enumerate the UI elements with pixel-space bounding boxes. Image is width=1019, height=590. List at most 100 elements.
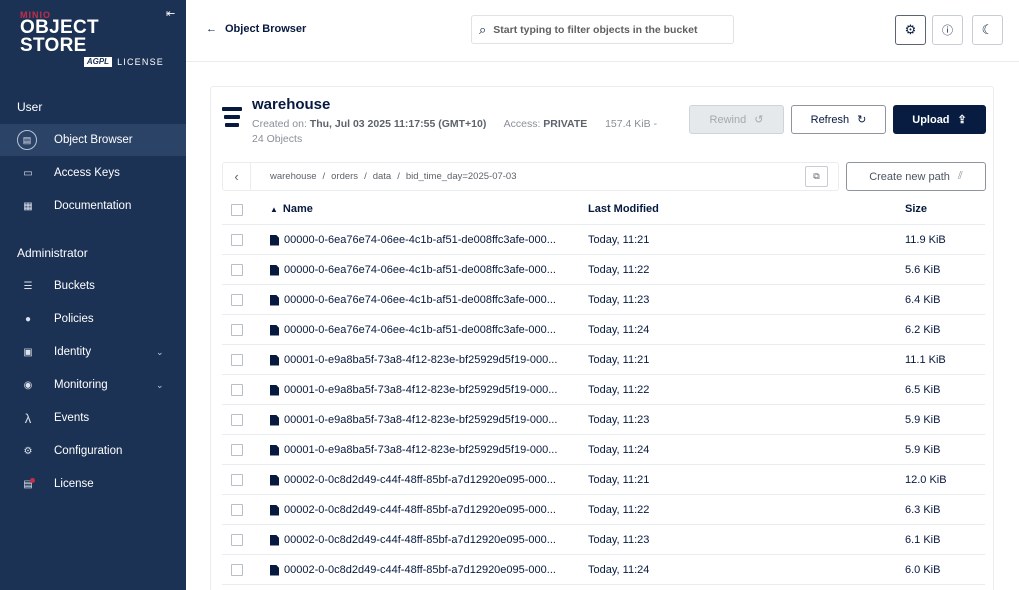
file-name: 00002-0-0c8d2d49-c44f-48ff-85bf-a7d12920… bbox=[284, 564, 556, 576]
file-name-cell[interactable]: 00001-0-e9a8ba5f-73a8-4f12-823e-bf25929d… bbox=[270, 414, 557, 426]
table-row[interactable]: 00002-0-0c8d2d49-c44f-48ff-85bf-a7d12920… bbox=[222, 495, 985, 525]
file-name-cell[interactable]: 00001-0-e9a8ba5f-73a8-4f12-823e-bf25929d… bbox=[270, 354, 557, 366]
sidebar-item-label: Monitoring bbox=[54, 379, 108, 391]
table-row[interactable]: 00002-0-0c8d2d49-c44f-48ff-85bf-a7d12920… bbox=[222, 555, 985, 585]
table-row[interactable]: 00002-0-0c8d2d49-c44f-48ff-85bf-a7d12920… bbox=[222, 465, 985, 495]
search-input[interactable] bbox=[493, 23, 724, 36]
sidebar-item-access-keys[interactable]: ▭ Access Keys bbox=[0, 157, 186, 189]
access-label: Access: bbox=[503, 118, 541, 130]
search-box[interactable]: ⌕ bbox=[471, 15, 734, 44]
breadcrumb-item[interactable]: warehouse bbox=[270, 171, 316, 182]
row-checkbox[interactable] bbox=[231, 534, 243, 546]
file-name: 00000-0-6ea76e74-06ee-4c1b-af51-de008ffc… bbox=[284, 234, 556, 246]
sidebar-item-license[interactable]: ▤ License bbox=[0, 468, 186, 500]
last-modified-cell: Today, 11:24 bbox=[588, 324, 650, 336]
breadcrumb: ‹ warehouse / orders / data / bid_time_d… bbox=[222, 162, 839, 191]
settings-button[interactable]: ⚙ bbox=[895, 15, 926, 45]
table-row[interactable]: 00001-0-e9a8ba5f-73a8-4f12-823e-bf25929d… bbox=[222, 435, 985, 465]
logo-license-text: LICENSE bbox=[117, 57, 164, 67]
file-icon bbox=[270, 414, 279, 426]
sidebar-item-object-browser[interactable]: ▤ Object Browser bbox=[0, 124, 186, 156]
file-name: 00001-0-e9a8ba5f-73a8-4f12-823e-bf25929d… bbox=[284, 354, 558, 366]
sidebar-item-identity[interactable]: ▣ Identity ⌄ bbox=[0, 336, 186, 368]
file-icon bbox=[270, 294, 279, 306]
file-name-cell[interactable]: 00002-0-0c8d2d49-c44f-48ff-85bf-a7d12920… bbox=[270, 474, 556, 486]
back-link[interactable]: ← Object Browser bbox=[206, 23, 306, 35]
row-checkbox[interactable] bbox=[231, 564, 243, 576]
file-name-cell[interactable]: 00002-0-0c8d2d49-c44f-48ff-85bf-a7d12920… bbox=[270, 504, 556, 516]
create-new-path-button[interactable]: Create new path ⫽ bbox=[846, 162, 986, 191]
sidebar-item-label: Identity bbox=[54, 346, 92, 358]
file-icon bbox=[270, 564, 279, 576]
copy-path-button[interactable]: ⧉ bbox=[805, 166, 828, 187]
table-row[interactable]: 00001-0-e9a8ba5f-73a8-4f12-823e-bf25929d… bbox=[222, 375, 985, 405]
table-row[interactable]: 00000-0-6ea76e74-06ee-4c1b-af51-de008ffc… bbox=[222, 285, 985, 315]
row-checkbox[interactable] bbox=[231, 354, 243, 366]
row-checkbox[interactable] bbox=[231, 384, 243, 396]
table-row[interactable]: 00001-0-e9a8ba5f-73a8-4f12-823e-bf25929d… bbox=[222, 405, 985, 435]
file-name: 00002-0-0c8d2d49-c44f-48ff-85bf-a7d12920… bbox=[284, 474, 556, 486]
file-name-cell[interactable]: 00002-0-0c8d2d49-c44f-48ff-85bf-a7d12920… bbox=[270, 534, 556, 546]
sidebar-item-label: Object Browser bbox=[54, 134, 133, 146]
size-cell: 6.3 KiB bbox=[905, 504, 941, 516]
file-name-cell[interactable]: 00000-0-6ea76e74-06ee-4c1b-af51-de008ffc… bbox=[270, 234, 556, 246]
theme-toggle-button[interactable]: ☾ bbox=[972, 15, 1003, 45]
name-column-header[interactable]: ▲ Name bbox=[270, 203, 313, 215]
rewind-button[interactable]: Rewind ↺ bbox=[689, 105, 784, 134]
size-cell: 5.6 KiB bbox=[905, 264, 941, 276]
refresh-button[interactable]: Refresh ↻ bbox=[791, 105, 886, 134]
user-section-label: User bbox=[17, 100, 43, 114]
file-name-cell[interactable]: 00000-0-6ea76e74-06ee-4c1b-af51-de008ffc… bbox=[270, 324, 556, 336]
upload-button[interactable]: Upload ⇪ bbox=[893, 105, 986, 134]
file-name-cell[interactable]: 00000-0-6ea76e74-06ee-4c1b-af51-de008ffc… bbox=[270, 294, 556, 306]
table-row[interactable]: 00001-0-e9a8ba5f-73a8-4f12-823e-bf25929d… bbox=[222, 345, 985, 375]
breadcrumb-item[interactable]: orders bbox=[331, 171, 358, 182]
size-column-header[interactable]: Size bbox=[905, 203, 927, 215]
upload-icon: ⇪ bbox=[957, 114, 967, 126]
chevron-left-icon[interactable]: ‹ bbox=[223, 163, 251, 190]
size-cell: 5.9 KiB bbox=[905, 444, 941, 456]
sidebar-item-policies[interactable]: ● Policies bbox=[0, 303, 186, 335]
file-name-cell[interactable]: 00001-0-e9a8ba5f-73a8-4f12-823e-bf25929d… bbox=[270, 384, 557, 396]
breadcrumb-item[interactable]: bid_time_day=2025-07-03 bbox=[406, 171, 517, 182]
logo-product: OBJECT STORE bbox=[20, 17, 99, 56]
last-modified-cell: Today, 11:22 bbox=[588, 384, 650, 396]
size-cell: 5.9 KiB bbox=[905, 414, 941, 426]
size-cell: 12.0 KiB bbox=[905, 474, 947, 486]
row-checkbox[interactable] bbox=[231, 294, 243, 306]
help-icon: ⓘ bbox=[942, 25, 953, 37]
sidebar-item-configuration[interactable]: ⚙ Configuration bbox=[0, 435, 186, 467]
file-icon bbox=[270, 534, 279, 546]
sidebar-item-documentation[interactable]: ▦ Documentation bbox=[0, 190, 186, 222]
row-checkbox[interactable] bbox=[231, 504, 243, 516]
select-all-checkbox[interactable] bbox=[231, 204, 243, 216]
moon-icon: ☾ bbox=[981, 22, 994, 37]
file-name-cell[interactable]: 00001-0-e9a8ba5f-73a8-4f12-823e-bf25929d… bbox=[270, 444, 557, 456]
file-name-cell[interactable]: 00002-0-0c8d2d49-c44f-48ff-85bf-a7d12920… bbox=[270, 564, 556, 576]
key-icon: ▭ bbox=[23, 167, 33, 179]
breadcrumb-item[interactable]: data bbox=[373, 171, 392, 182]
back-link-label: Object Browser bbox=[225, 23, 307, 35]
modified-column-header[interactable]: Last Modified bbox=[588, 203, 659, 215]
file-name-cell[interactable]: 00000-0-6ea76e74-06ee-4c1b-af51-de008ffc… bbox=[270, 264, 556, 276]
collapse-sidebar-icon[interactable]: ⇤ bbox=[166, 8, 178, 20]
help-button[interactable]: ⓘ bbox=[932, 15, 963, 45]
file-name: 00000-0-6ea76e74-06ee-4c1b-af51-de008ffc… bbox=[284, 324, 556, 336]
file-name: 00001-0-e9a8ba5f-73a8-4f12-823e-bf25929d… bbox=[284, 414, 558, 426]
sidebar-item-monitoring[interactable]: ◉ Monitoring ⌄ bbox=[0, 369, 186, 401]
table-row[interactable]: 00000-0-6ea76e74-06ee-4c1b-af51-de008ffc… bbox=[222, 225, 985, 255]
sidebar-item-events[interactable]: λ Events bbox=[0, 402, 186, 434]
bucket-meta: Created on: Thu, Jul 03 2025 11:17:55 (G… bbox=[252, 117, 672, 147]
table-row[interactable]: 00002-0-0c8d2d49-c44f-48ff-85bf-a7d12920… bbox=[222, 525, 985, 555]
row-checkbox[interactable] bbox=[231, 444, 243, 456]
notification-dot bbox=[30, 478, 35, 483]
sidebar-item-buckets[interactable]: ☰ Buckets bbox=[0, 270, 186, 302]
last-modified-cell: Today, 11:23 bbox=[588, 414, 650, 426]
row-checkbox[interactable] bbox=[231, 234, 243, 246]
row-checkbox[interactable] bbox=[231, 324, 243, 336]
row-checkbox[interactable] bbox=[231, 264, 243, 276]
table-row[interactable]: 00000-0-6ea76e74-06ee-4c1b-af51-de008ffc… bbox=[222, 255, 985, 285]
row-checkbox[interactable] bbox=[231, 414, 243, 426]
row-checkbox[interactable] bbox=[231, 474, 243, 486]
table-row[interactable]: 00000-0-6ea76e74-06ee-4c1b-af51-de008ffc… bbox=[222, 315, 985, 345]
